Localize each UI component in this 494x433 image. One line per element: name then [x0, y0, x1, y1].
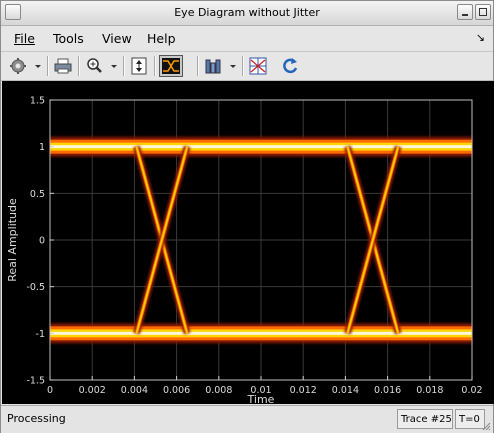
- y-tick-label: -1.5: [26, 376, 45, 387]
- grid-icon: [249, 57, 267, 75]
- maximize-button[interactable]: [475, 4, 491, 20]
- x-tick-label: 0.02: [461, 385, 482, 396]
- level-band-center: [50, 331, 472, 335]
- x-tick-label: 0.004: [121, 385, 148, 396]
- menu-file[interactable]: File: [14, 31, 35, 46]
- menu-bar: File Tools View Help ↘: [1, 26, 493, 50]
- print-icon: [54, 58, 72, 74]
- x-tick-label: 0.014: [332, 385, 359, 396]
- grid-button[interactable]: [247, 55, 269, 77]
- resize-grip-icon[interactable]: [481, 421, 491, 431]
- dock-icon[interactable]: ↘: [476, 31, 485, 44]
- plot-panel: 0 0.002 0.004 0.006 0.008 0.01 0.012 0.014 0.016…: [2, 81, 494, 407]
- x-tick-label: 0.006: [163, 385, 190, 396]
- refresh-icon: [283, 58, 298, 74]
- y-tick-label: -1: [36, 329, 45, 340]
- title-bar: Eye Diagram without Jitter: [1, 1, 493, 26]
- menu-help[interactable]: Help: [147, 31, 176, 46]
- histogram-icon: [205, 59, 236, 74]
- menu-tools[interactable]: Tools: [53, 31, 84, 46]
- refresh-button[interactable]: [279, 55, 301, 77]
- toolbar-separator: [154, 56, 156, 76]
- toolbar: [1, 51, 493, 81]
- zoom-icon: [87, 58, 117, 73]
- x-tick-label: 0.002: [79, 385, 106, 396]
- autoscale-icon: [131, 57, 147, 75]
- menu-view-label: View: [102, 31, 132, 46]
- x-tick-label: 0.016: [374, 385, 401, 396]
- window-title: Eye Diagram without Jitter: [174, 6, 320, 19]
- maximize-icon: [479, 8, 487, 16]
- scope-window: Eye Diagram without Jitter File Tools Vi…: [0, 0, 494, 433]
- print-button[interactable]: [52, 55, 74, 77]
- y-tick-label: 1.5: [30, 96, 45, 107]
- trace-counter: Trace #250: [397, 409, 453, 429]
- y-axis-label: Real Amplitude: [6, 198, 19, 282]
- status-text: Processing: [7, 412, 66, 425]
- y-tick-label: 0: [39, 236, 45, 247]
- status-bar: Processing Trace #250 T=0: [1, 405, 493, 433]
- histogram-button[interactable]: [202, 55, 238, 77]
- y-tick-label: 0.5: [30, 189, 45, 200]
- x-axis-label: Time: [247, 393, 275, 404]
- minimize-icon: [462, 14, 468, 16]
- toolbar-separator: [123, 56, 125, 76]
- x-tick-label: 0: [47, 385, 53, 396]
- toolbar-separator: [47, 56, 49, 76]
- settings-button[interactable]: [7, 55, 43, 77]
- x-tick-label: 0.018: [416, 385, 443, 396]
- zoom-button[interactable]: [83, 55, 119, 77]
- x-tick-label: 0.012: [290, 385, 317, 396]
- menu-help-label: Help: [147, 31, 176, 46]
- gear-icon: [10, 58, 41, 74]
- x-tick-label: 0.008: [205, 385, 232, 396]
- toolbar-separator: [242, 56, 244, 76]
- eye-diagram-icon: [162, 58, 180, 74]
- menu-view[interactable]: View: [102, 31, 132, 46]
- minimize-button[interactable]: [457, 4, 473, 20]
- menu-tools-label: Tools: [53, 31, 84, 46]
- eye-diagram-button[interactable]: [159, 55, 183, 77]
- autoscale-button[interactable]: [128, 55, 150, 77]
- level-band-center: [50, 145, 472, 149]
- toolbar-separator: [197, 56, 199, 76]
- menu-file-label: File: [14, 31, 35, 46]
- toolbar-separator: [78, 56, 80, 76]
- y-tick-label: 1: [39, 142, 45, 153]
- eye-diagram-chart[interactable]: 0 0.002 0.004 0.006 0.008 0.01 0.012 0.014 0.016…: [2, 81, 494, 407]
- y-tick-label: -0.5: [26, 282, 45, 293]
